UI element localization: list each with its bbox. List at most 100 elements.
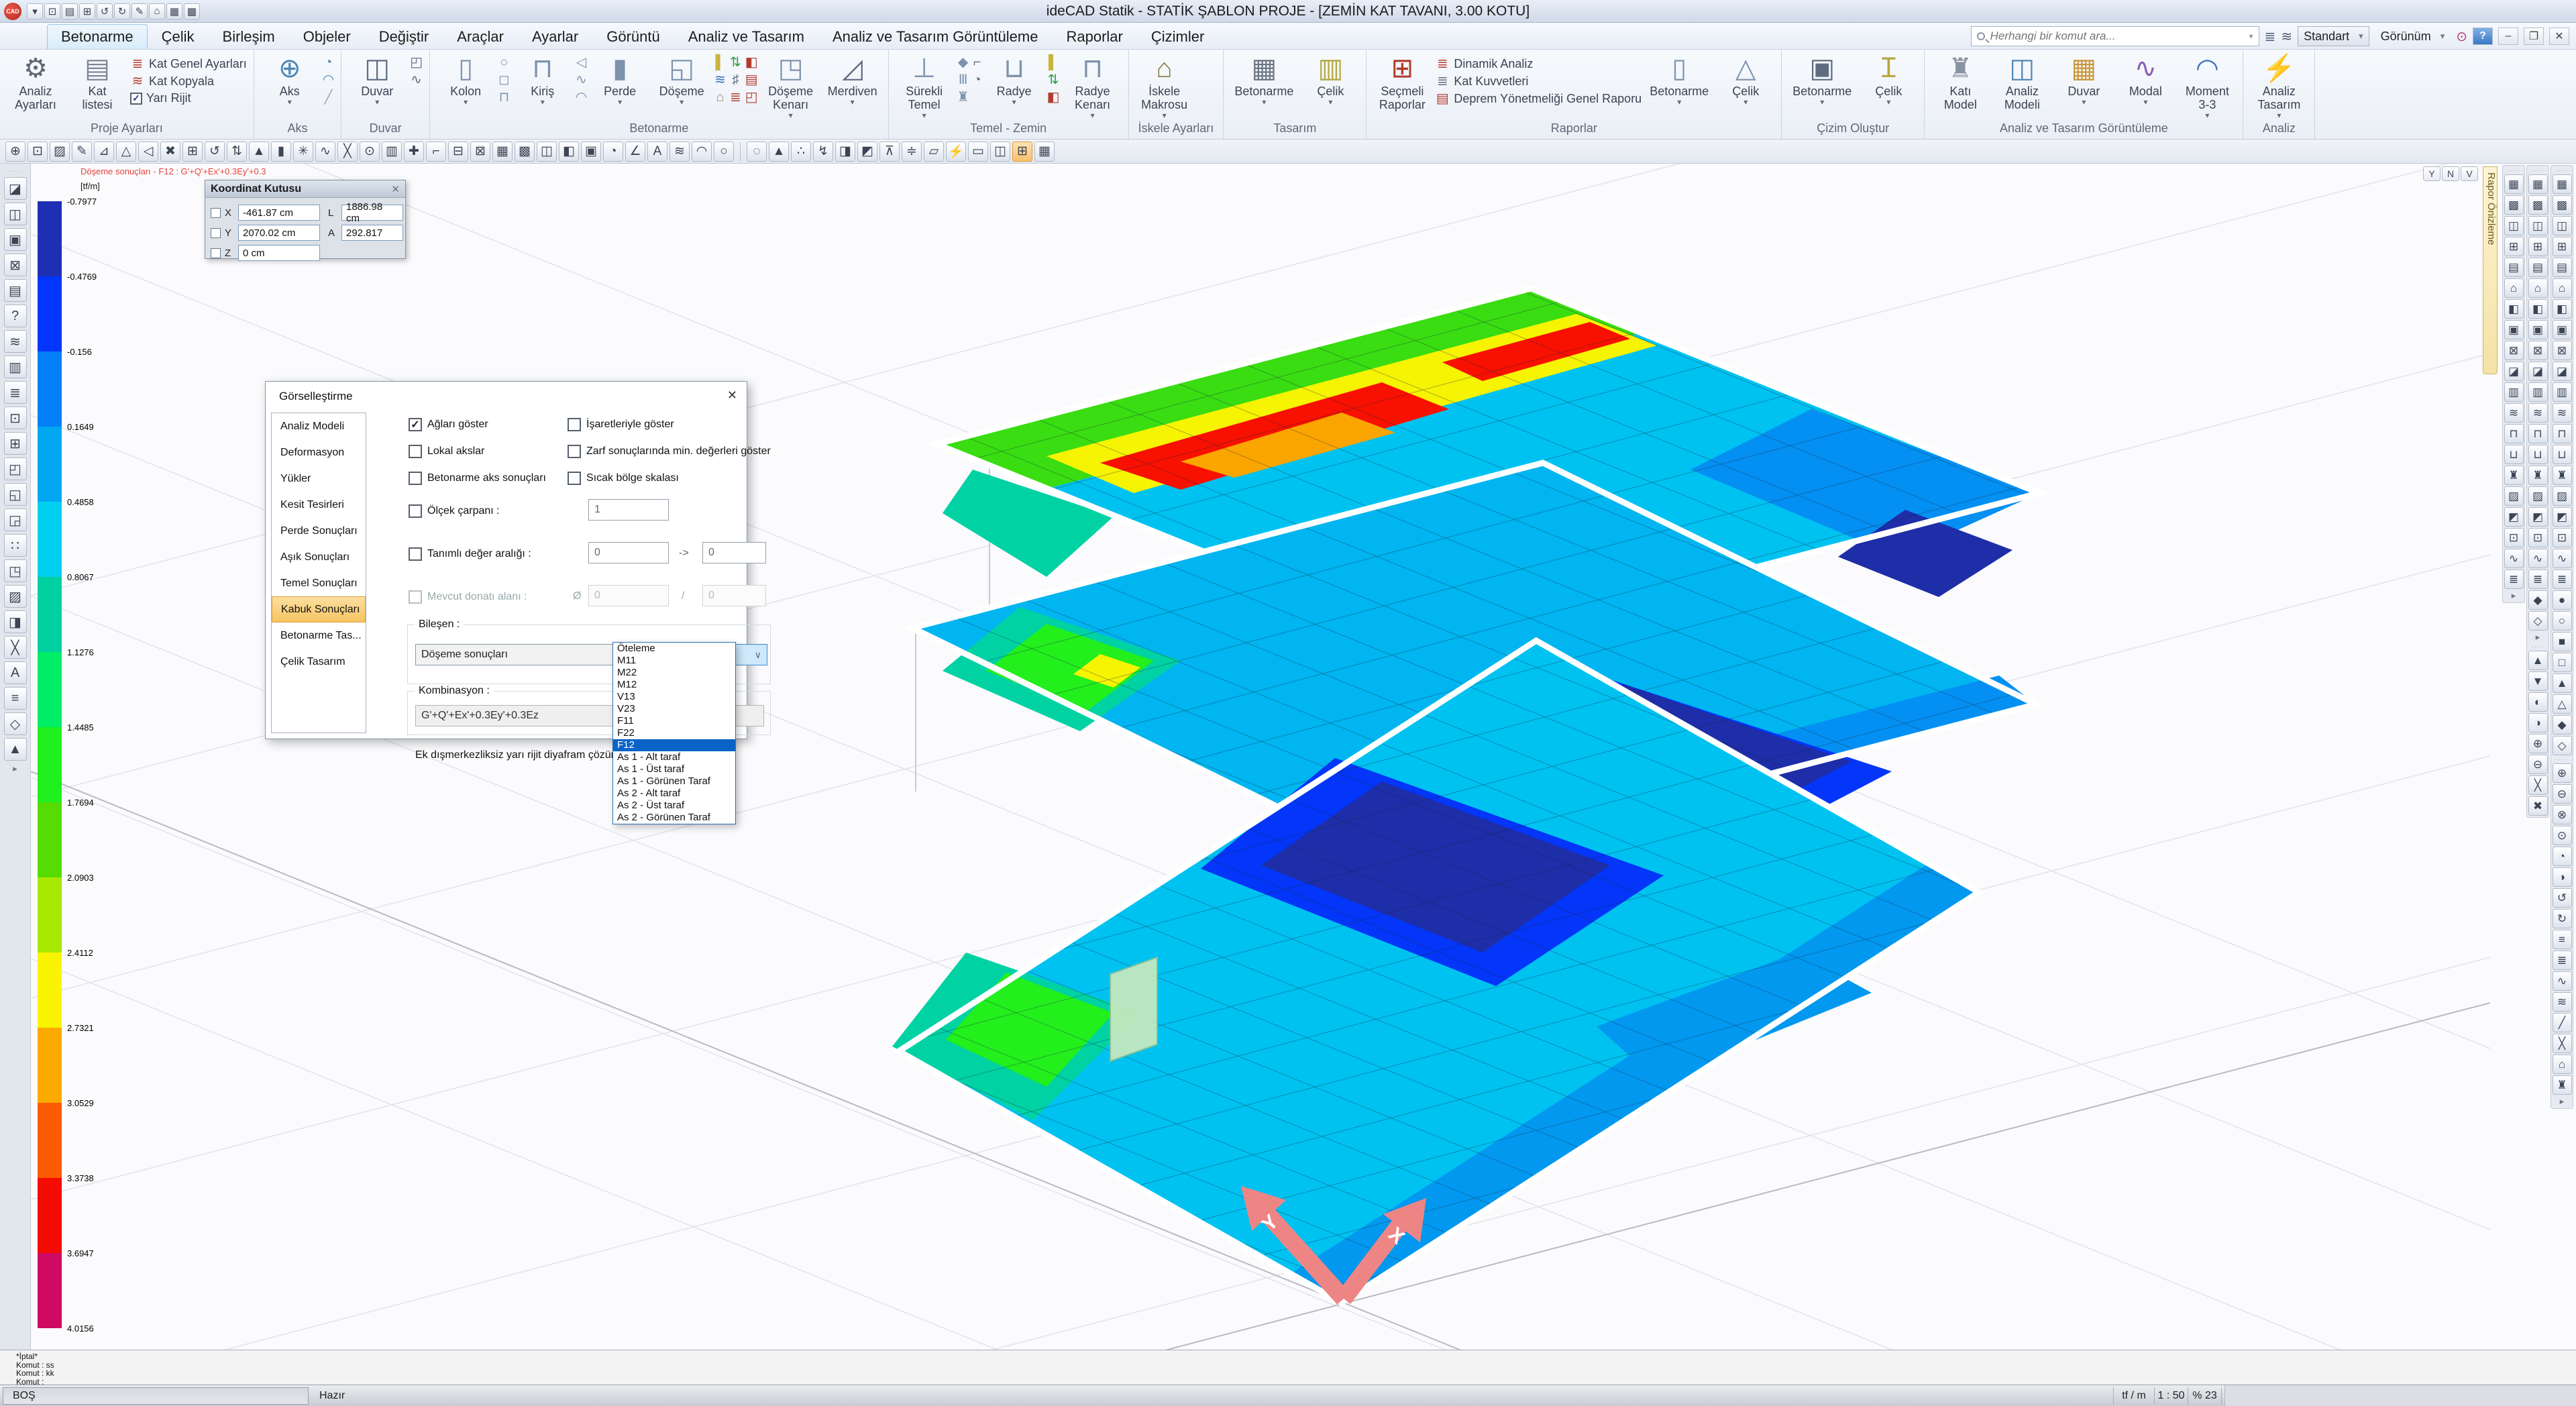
tool-icon[interactable]: ◫ [2553,216,2572,235]
tool-icon[interactable]: ⌂ [2528,278,2548,298]
tool-icon[interactable]: ≑ [902,142,922,162]
status-zoom[interactable]: % 23 [2188,1387,2222,1405]
tool-icon[interactable]: ◨ [4,610,27,633]
report-preview-tab[interactable]: Rapor Önizleme [2483,166,2498,374]
dialog-check-lokal-akslar[interactable]: Lokal akslar [409,445,484,458]
ribbon-tool-icon[interactable]: ≋ [714,72,726,87]
ribbon-tool-icon[interactable]: ⊓ [498,90,510,105]
tool-icon[interactable]: ∿ [315,142,335,162]
ribbon-tool-icon[interactable]: ◁ [576,55,587,70]
tool-icon[interactable]: ∿ [2553,549,2572,568]
tool-icon[interactable]: ♜ [2504,466,2524,485]
coord-field-l[interactable]: 1886.98 cm [341,205,403,221]
dropdown-option-f12[interactable]: F12 [613,739,735,751]
scale-factor-checkbox[interactable] [409,504,422,518]
dialog-nav-a-k-sonu-lar[interactable]: Aşık Sonuçları [272,544,366,570]
tool-icon[interactable]: ▦ [2553,174,2572,194]
tool-icon[interactable]: ▮ [271,142,291,162]
tool-icon[interactable]: ∿ [2553,971,2572,991]
tool-icon[interactable]: ⊙ [2553,826,2572,845]
range-to-input[interactable]: 0 [702,542,766,563]
tool-icon[interactable]: ↺ [205,142,225,162]
tool-icon[interactable]: A [4,661,27,684]
tool-icon[interactable]: ◇ [2553,736,2572,755]
tool-icon[interactable]: ♜ [2553,466,2572,485]
checkbox-icon[interactable]: ✓ [409,418,422,431]
tool-icon[interactable]: ○ [2553,611,2572,631]
dropdown-option-as-2-alt-taraf[interactable]: As 2 - Alt taraf [613,788,735,800]
tool-icon[interactable]: ◠ [692,142,712,162]
tool-icon[interactable]: ⊟ [448,142,468,162]
ribbon-button-betonarme[interactable]: ▣Betonarme▾ [1788,52,1856,121]
checkbox-icon[interactable] [568,445,581,458]
tool-icon[interactable]: ◩ [2528,507,2548,527]
tool-icon[interactable]: ◐ [2528,692,2548,712]
ribbon-tool-icon[interactable]: ◆ [957,55,969,70]
tool-icon[interactable]: Y [2423,166,2440,181]
tool-icon[interactable]: ⊕ [2553,763,2572,783]
tool-icon[interactable]: V [2461,166,2478,181]
coord-checkbox-x[interactable] [211,208,221,218]
ribbon-tool-icon[interactable]: ∿ [576,72,587,87]
menu-elik[interactable]: Çelik [148,24,209,49]
tool-icon[interactable]: ▥ [382,142,402,162]
ribbon-tool-icon[interactable]: ◰ [410,55,423,70]
tool-icon[interactable]: ◑ [2528,713,2548,733]
ribbon-button-merdiven[interactable]: ◿Merdiven▾ [824,52,881,121]
tool-icon[interactable]: ▦ [2504,174,2524,194]
tool-icon[interactable]: ≣ [2553,570,2572,589]
tool-icon[interactable]: ⊞ [1012,142,1032,162]
ribbon-tool-icon[interactable]: ◔ [323,55,334,70]
tool-icon[interactable]: ◆ [2528,590,2548,610]
tool-icon[interactable]: ≋ [2528,403,2548,423]
ribbon-tool-icon[interactable]: ▌ [1047,55,1060,70]
ribbon-button-duvar[interactable]: ◫Duvar▾ [348,52,406,121]
tool-icon[interactable]: ▣ [2553,320,2572,339]
menu-de-i-tir[interactable]: Değiştir [365,24,443,49]
ribbon-button-betonarme[interactable]: ▯Betonarme▾ [1646,52,1713,121]
tool-icon[interactable]: ⊡ [2504,528,2524,547]
tool-icon[interactable]: ⊠ [2528,341,2548,360]
toolbar-overflow-icon[interactable]: ▸ [2560,1096,2565,1107]
ribbon-tool-icon[interactable]: ◧ [1047,90,1060,105]
dropdown-option-as-2-g-r-nen-taraf[interactable]: As 2 - Görünen Taraf [613,812,735,824]
dropdown-option-f22[interactable]: F22 [613,727,735,739]
tool-icon[interactable]: ✳ [293,142,313,162]
tool-icon[interactable]: ⌐ [426,142,446,162]
ribbon-tool-icon[interactable]: ◔ [973,72,981,87]
tool-icon[interactable]: ▣ [4,228,27,251]
checkbox-icon[interactable] [568,472,581,485]
dialog-check-i-aretleriyle-g-ster[interactable]: İşaretleriyle göster [568,418,674,431]
tool-icon[interactable]: ▩ [2504,195,2524,215]
tool-icon[interactable]: ≣ [2504,570,2524,589]
ribbon-tool-icon[interactable]: ⌐ [973,55,981,70]
tool-icon[interactable]: ⊓ [2528,424,2548,443]
tool-icon[interactable]: ▼ [2528,671,2548,691]
ribbon-button-aks[interactable]: ⊕Aks▾ [261,52,319,121]
dialog-nav-deformasyon[interactable]: Deformasyon [272,439,366,466]
dropdown-option-m11[interactable]: M11 [613,655,735,667]
tool-icon[interactable]: ◧ [2504,299,2524,319]
tool-icon[interactable]: ▣ [581,142,601,162]
ribbon-button-elik[interactable]: ▥Çelik▾ [1301,52,1359,121]
menu-objeler[interactable]: Objeler [289,24,365,49]
tool-icon[interactable]: ⊔ [2504,445,2524,464]
ribbon-tool-icon[interactable]: ◻ [498,72,510,87]
ribbon-button-s-rekli-temel[interactable]: ⊥SürekliTemel▾ [896,52,953,121]
tool-icon[interactable]: ▤ [2504,258,2524,277]
tool-icon[interactable]: ◫ [2528,216,2548,235]
menu-raporlar[interactable]: Raporlar [1052,24,1136,49]
search-dropdown-arrow-icon[interactable]: ▾ [2249,32,2253,41]
coordinate-box-window[interactable]: Koordinat Kutusu ✕ X-461.87 cmL1886.98 c… [205,180,406,259]
tool-icon[interactable]: ▩ [515,142,535,162]
ribbon-tool-icon[interactable]: ◰ [745,90,758,105]
ribbon-button-dinamik-analiz[interactable]: ≣Dinamik Analiz [1435,56,1642,71]
ribbon-tool-icon[interactable]: ♯ [730,72,741,87]
tool-icon[interactable]: ▨ [2528,486,2548,506]
tool-icon[interactable]: ▩ [2553,195,2572,215]
tool-icon[interactable]: ▨ [2553,486,2572,506]
tool-icon[interactable]: ◫ [537,142,557,162]
ribbon-tool-icon[interactable]: ♜ [957,90,969,105]
tool-icon[interactable]: ✎ [72,142,92,162]
tool-icon[interactable]: ≋ [2504,403,2524,423]
